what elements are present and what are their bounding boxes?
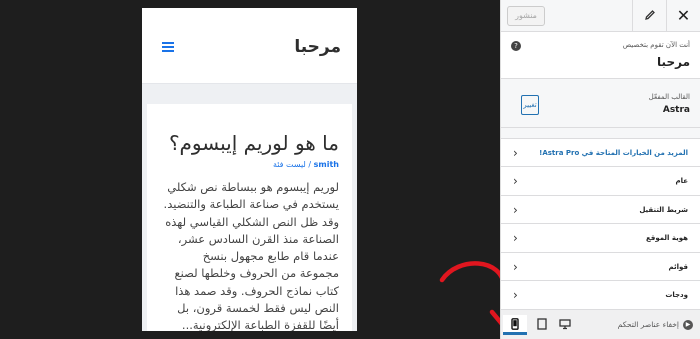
active-theme: القالب المفعّل Astra تغيير xyxy=(501,85,700,128)
section-label: ودجات xyxy=(665,291,688,300)
customizer-panel: ✕ منشور أنت الآن تقوم بتخصيص مرحبا ? الق… xyxy=(500,0,700,339)
section-general[interactable]: عام ‹ xyxy=(501,167,700,196)
section-label: شريط التنقيل xyxy=(639,205,688,214)
mobile-preview-frame: مرحبا ما هو لوريم إيبسوم؟ smith / ليست ف… xyxy=(142,8,357,331)
site-title[interactable]: مرحبا xyxy=(294,37,341,57)
panel-header: ✕ منشور xyxy=(501,0,700,32)
tablet-icon[interactable] xyxy=(530,315,554,335)
astra-pro-link[interactable]: المزيد من الخيارات المتاحة في Astra Pro!… xyxy=(501,138,700,167)
section-menus[interactable]: قوائم ‹ xyxy=(501,252,700,282)
post-meta-separator: / xyxy=(305,160,314,169)
section-label: هوية الموقع xyxy=(645,234,688,243)
hide-controls-button[interactable]: ▶ إخفاء عناصر التحكم xyxy=(618,310,693,339)
hamburger-menu-icon[interactable] xyxy=(162,42,174,52)
publish-button[interactable]: منشور xyxy=(507,6,545,26)
post-category[interactable]: ليست فئة xyxy=(273,160,306,169)
section-label: عام xyxy=(675,177,688,185)
close-icon[interactable]: ✕ xyxy=(666,0,700,32)
chevron-left-icon: ‹ xyxy=(513,202,518,217)
post-meta: smith / ليست فئة xyxy=(160,160,339,169)
customizing-label: أنت الآن تقوم بتخصيص xyxy=(622,41,690,49)
chevron-left-icon: ‹ xyxy=(513,231,518,246)
change-theme-button[interactable]: تغيير xyxy=(521,95,539,115)
chevron-left-icon: ‹ xyxy=(513,288,518,303)
help-icon[interactable]: ? xyxy=(511,41,521,51)
section-navigation-bar[interactable]: شريط التنقيل ‹ xyxy=(501,195,700,225)
post-title[interactable]: ما هو لوريم إيبسوم؟ xyxy=(160,130,339,156)
post-card: ما هو لوريم إيبسوم؟ smith / ليست فئة لور… xyxy=(147,104,352,331)
chevron-left-icon: ‹ xyxy=(513,259,518,274)
collapse-icon: ▶ xyxy=(683,320,693,330)
section-site-identity[interactable]: هوية الموقع ‹ xyxy=(501,224,700,253)
mobile-icon[interactable] xyxy=(503,315,527,335)
astra-pro-label: المزيد من الخيارات المتاحة في Astra Pro! xyxy=(539,149,688,157)
post-author[interactable]: smith xyxy=(314,160,339,169)
pencil-icon[interactable] xyxy=(632,0,666,32)
section-widgets[interactable]: ودجات ‹ xyxy=(501,281,700,310)
post-excerpt: لوريم إيبسوم هو ببساطة نص شكلي يستخدم في… xyxy=(163,180,339,331)
desktop-icon[interactable] xyxy=(553,315,577,335)
chevron-left-icon: ‹ xyxy=(513,146,518,160)
hide-controls-label: إخفاء عناصر التحكم xyxy=(617,320,679,329)
section-label: قوائم xyxy=(668,262,689,271)
panel-footer: ▶ إخفاء عناصر التحكم xyxy=(501,309,700,339)
customizing-info: أنت الآن تقوم بتخصيص مرحبا ? xyxy=(501,32,700,79)
site-header: مرحبا xyxy=(142,8,357,84)
chevron-left-icon: ‹ xyxy=(513,174,518,188)
customizing-site-name: مرحبا xyxy=(657,55,690,69)
